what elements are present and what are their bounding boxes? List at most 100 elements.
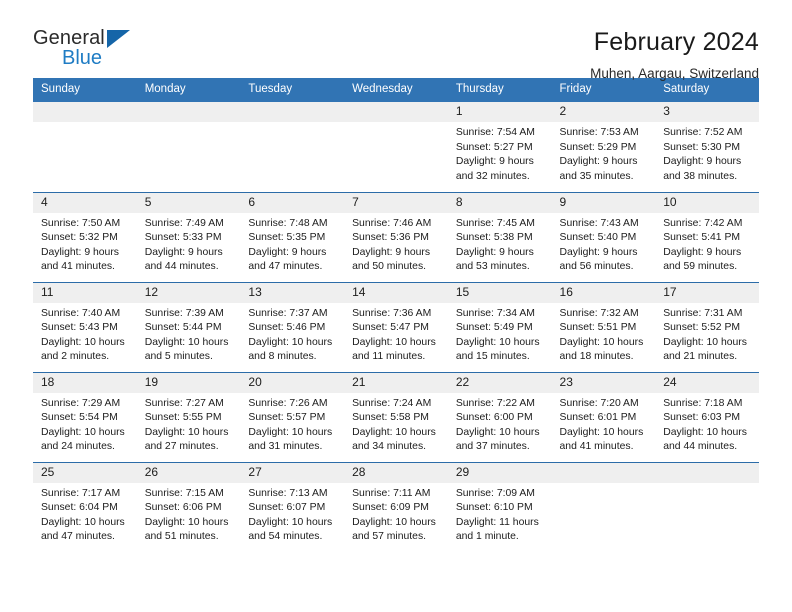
daylight-duration-line1: Daylight: 9 hours <box>663 246 742 258</box>
sunrise-time: Sunrise: 7:48 AM <box>248 217 328 229</box>
daylight-duration-line1: Daylight: 10 hours <box>144 426 229 438</box>
day-cell-inner: 18 Sunrise: 7:29 AM Sunset: 5:54 PM Dayligh… <box>33 372 137 462</box>
logo-text-general: General <box>33 27 105 49</box>
calendar-week-row: 11 Sunrise: 7:40 AM Sunset: 5:43 PM Dayligh… <box>33 281 759 372</box>
general-blue-logo[interactable]: General Blue <box>33 27 143 73</box>
calendar-day-cell[interactable]: 11 Sunrise: 7:40 AM Sunset: 5:43 PM Dayligh… <box>33 281 137 372</box>
day-number: 4 <box>33 192 137 213</box>
sunset-time: Sunset: 6:10 PM <box>455 502 533 514</box>
daylight-duration-line1: Daylight: 10 hours <box>144 516 229 528</box>
sunrise-time: Sunrise: 7:40 AM <box>41 307 121 319</box>
daylight-duration-line2: and 37 minutes. <box>455 441 530 453</box>
calendar-day-cell[interactable]: 6 Sunrise: 7:48 AM Sunset: 5:35 PM Daylight… <box>240 191 345 282</box>
day-details: Sunrise: 7:18 AM Sunset: 6:03 PM Daylight:… <box>655 393 759 455</box>
calendar-day-cell[interactable]: 7 Sunrise: 7:46 AM Sunset: 5:36 PM Daylight… <box>344 191 448 282</box>
calendar-day-cell[interactable]: 26 Sunrise: 7:15 AM Sunset: 6:06 PM Dayligh… <box>136 461 241 552</box>
day-details: Sunrise: 7:39 AM Sunset: 5:44 PM Daylight:… <box>137 303 241 365</box>
calendar-day-cell[interactable]: 24 Sunrise: 7:18 AM Sunset: 6:03 PM Dayligh… <box>655 371 759 462</box>
calendar-day-cell[interactable]: 23 Sunrise: 7:20 AM Sunset: 6:01 PM Dayligh… <box>551 371 656 462</box>
calendar-day-cell[interactable]: 3 Sunrise: 7:52 AM Sunset: 5:30 PM Daylight… <box>655 102 759 192</box>
day-number: 8 <box>447 192 552 213</box>
day-cell-inner: 5 Sunrise: 7:49 AM Sunset: 5:33 PM Daylight… <box>136 192 241 282</box>
calendar-day-cell[interactable]: 16 Sunrise: 7:32 AM Sunset: 5:51 PM Dayligh… <box>551 281 656 372</box>
sunset-time: Sunset: 6:06 PM <box>144 502 222 514</box>
day-cell-inner: 1 Sunrise: 7:54 AM Sunset: 5:27 PM Daylight… <box>447 102 552 192</box>
day-cell-inner: 19 Sunrise: 7:27 AM Sunset: 5:55 PM Dayligh… <box>136 372 241 462</box>
calendar-day-cell[interactable]: 22 Sunrise: 7:22 AM Sunset: 6:00 PM Dayligh… <box>447 371 552 462</box>
calendar-day-cell[interactable]: 9 Sunrise: 7:43 AM Sunset: 5:40 PM Daylight… <box>551 191 656 282</box>
calendar-day-cell[interactable]: 10 Sunrise: 7:42 AM Sunset: 5:41 PM Dayligh… <box>655 191 759 282</box>
day-number: 14 <box>344 282 448 303</box>
sunset-time: Sunset: 5:33 PM <box>144 232 222 244</box>
daylight-duration-line1: Daylight: 10 hours <box>352 516 436 528</box>
daylight-duration-line2: and 44 minutes. <box>663 441 738 453</box>
calendar-day-cell[interactable]: 27 Sunrise: 7:13 AM Sunset: 6:07 PM Dayligh… <box>240 461 345 552</box>
day-number: 18 <box>33 372 137 393</box>
daylight-duration-line1: Daylight: 10 hours <box>559 426 644 438</box>
day-number: 29 <box>447 462 552 483</box>
weekday-header-monday: Monday <box>136 78 241 102</box>
day-cell-inner: 8 Sunrise: 7:45 AM Sunset: 5:38 PM Daylight… <box>447 192 552 282</box>
calendar-day-cell[interactable]: 28 Sunrise: 7:11 AM Sunset: 6:09 PM Dayligh… <box>344 461 448 552</box>
calendar-day-cell[interactable]: 13 Sunrise: 7:37 AM Sunset: 5:46 PM Dayligh… <box>240 281 345 372</box>
calendar-day-cell[interactable]: 15 Sunrise: 7:34 AM Sunset: 5:49 PM Dayligh… <box>447 281 552 372</box>
day-cell-inner: 10 Sunrise: 7:42 AM Sunset: 5:41 PM Dayligh… <box>655 192 759 282</box>
daylight-duration-line1: Daylight: 9 hours <box>41 246 119 258</box>
daylight-duration-line2: and 57 minutes. <box>352 531 427 543</box>
calendar-cell-empty <box>33 102 137 192</box>
day-cell-inner: 17 Sunrise: 7:31 AM Sunset: 5:52 PM Dayligh… <box>655 282 759 372</box>
calendar-day-cell[interactable]: 17 Sunrise: 7:31 AM Sunset: 5:52 PM Dayligh… <box>655 281 759 372</box>
day-cell-inner: 6 Sunrise: 7:48 AM Sunset: 5:35 PM Daylight… <box>240 192 345 282</box>
day-details: Sunrise: 7:34 AM Sunset: 5:49 PM Daylight:… <box>448 303 552 365</box>
daylight-duration-line2: and 31 minutes. <box>248 441 323 453</box>
calendar-day-cell[interactable]: 25 Sunrise: 7:17 AM Sunset: 6:04 PM Dayligh… <box>33 461 137 552</box>
day-cell-inner: 23 Sunrise: 7:20 AM Sunset: 6:01 PM Dayligh… <box>551 372 656 462</box>
day-details: Sunrise: 7:11 AM Sunset: 6:09 PM Daylight:… <box>344 483 448 545</box>
day-cell-inner: 21 Sunrise: 7:24 AM Sunset: 5:58 PM Dayligh… <box>344 372 448 462</box>
calendar-day-cell[interactable]: 29 Sunrise: 7:09 AM Sunset: 6:10 PM Dayligh… <box>447 461 552 552</box>
day-number: 23 <box>551 372 656 393</box>
day-details: Sunrise: 7:50 AM Sunset: 5:32 PM Daylight:… <box>33 213 137 275</box>
day-details: Sunrise: 7:27 AM Sunset: 5:55 PM Daylight:… <box>137 393 241 455</box>
calendar-day-cell[interactable]: 2 Sunrise: 7:53 AM Sunset: 5:29 PM Daylight… <box>551 102 656 192</box>
daylight-duration-line2: and 15 minutes. <box>455 351 530 363</box>
sunrise-time: Sunrise: 7:32 AM <box>559 307 639 319</box>
day-cell-inner: 28 Sunrise: 7:11 AM Sunset: 6:09 PM Dayligh… <box>344 462 448 552</box>
calendar-day-cell[interactable]: 20 Sunrise: 7:26 AM Sunset: 5:57 PM Dayligh… <box>240 371 345 462</box>
calendar-day-cell[interactable]: 19 Sunrise: 7:27 AM Sunset: 5:55 PM Dayligh… <box>136 371 241 462</box>
day-details: Sunrise: 7:42 AM Sunset: 5:41 PM Daylight:… <box>655 213 759 275</box>
title-block: February 2024 Muhen, Aargau, Switzerland <box>590 27 759 82</box>
day-details: Sunrise: 7:13 AM Sunset: 6:07 PM Daylight:… <box>240 483 344 545</box>
day-number: 24 <box>655 372 759 393</box>
daylight-duration-line1: Daylight: 10 hours <box>41 336 125 348</box>
daylight-duration-line1: Daylight: 9 hours <box>559 246 638 258</box>
calendar-day-cell[interactable]: 18 Sunrise: 7:29 AM Sunset: 5:54 PM Dayligh… <box>33 371 137 462</box>
day-number: 5 <box>136 192 241 213</box>
sunset-time: Sunset: 5:36 PM <box>352 232 429 244</box>
calendar-day-cell[interactable]: 21 Sunrise: 7:24 AM Sunset: 5:58 PM Dayligh… <box>344 371 448 462</box>
daylight-duration-line1: Daylight: 9 hours <box>455 156 534 168</box>
day-cell-inner <box>240 102 345 192</box>
sunrise-time: Sunrise: 7:42 AM <box>663 217 743 229</box>
daylight-duration-line1: Daylight: 10 hours <box>455 336 540 348</box>
calendar-day-cell[interactable]: 4 Sunrise: 7:50 AM Sunset: 5:32 PM Daylight… <box>33 191 137 282</box>
daylight-duration-line1: Daylight: 9 hours <box>248 246 327 258</box>
calendar-day-cell[interactable]: 14 Sunrise: 7:36 AM Sunset: 5:47 PM Dayligh… <box>344 281 448 372</box>
day-cell-inner <box>33 102 137 192</box>
calendar-day-cell[interactable]: 1 Sunrise: 7:54 AM Sunset: 5:27 PM Daylight… <box>447 102 552 192</box>
daylight-duration-line1: Daylight: 10 hours <box>559 336 644 348</box>
sunrise-time: Sunrise: 7:49 AM <box>144 217 224 229</box>
calendar-day-cell[interactable]: 8 Sunrise: 7:45 AM Sunset: 5:38 PM Daylight… <box>447 191 552 282</box>
daylight-duration-line1: Daylight: 10 hours <box>352 336 436 348</box>
daylight-duration-line1: Daylight: 9 hours <box>144 246 223 258</box>
day-details: Sunrise: 7:17 AM Sunset: 6:04 PM Daylight:… <box>33 483 137 545</box>
sunrise-time: Sunrise: 7:39 AM <box>144 307 224 319</box>
sunset-time: Sunset: 5:32 PM <box>41 232 118 244</box>
day-details: Sunrise: 7:52 AM Sunset: 5:30 PM Daylight:… <box>655 122 759 184</box>
day-number: 19 <box>136 372 241 393</box>
calendar-day-cell[interactable]: 5 Sunrise: 7:49 AM Sunset: 5:33 PM Daylight… <box>136 191 241 282</box>
day-cell-inner: 12 Sunrise: 7:39 AM Sunset: 5:44 PM Dayligh… <box>136 282 241 372</box>
day-number: 12 <box>136 282 241 303</box>
daylight-duration-line2: and 35 minutes. <box>559 170 634 182</box>
calendar-day-cell[interactable]: 12 Sunrise: 7:39 AM Sunset: 5:44 PM Dayligh… <box>136 281 241 372</box>
